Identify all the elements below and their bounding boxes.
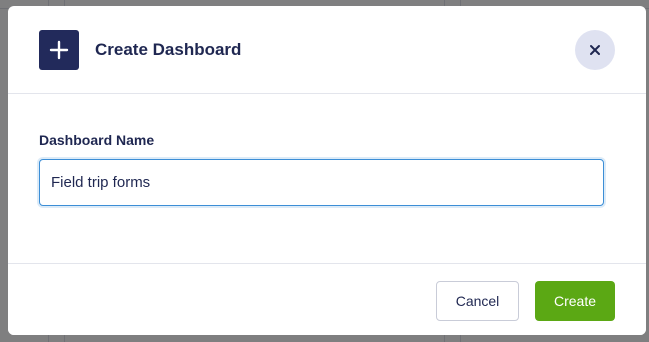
dialog-header: Create Dashboard [8, 6, 646, 94]
dialog-footer: Cancel Create [8, 263, 646, 335]
close-button[interactable] [575, 30, 615, 70]
plus-icon [39, 30, 79, 70]
create-button[interactable]: Create [535, 281, 615, 321]
dashboard-name-label: Dashboard Name [39, 132, 155, 148]
dashboard-name-input[interactable] [39, 159, 604, 206]
dialog-title: Create Dashboard [95, 40, 242, 59]
close-icon [590, 45, 600, 55]
cancel-button[interactable]: Cancel [436, 281, 519, 321]
create-dashboard-dialog: Create Dashboard Dashboard Name Cancel C… [8, 6, 646, 335]
